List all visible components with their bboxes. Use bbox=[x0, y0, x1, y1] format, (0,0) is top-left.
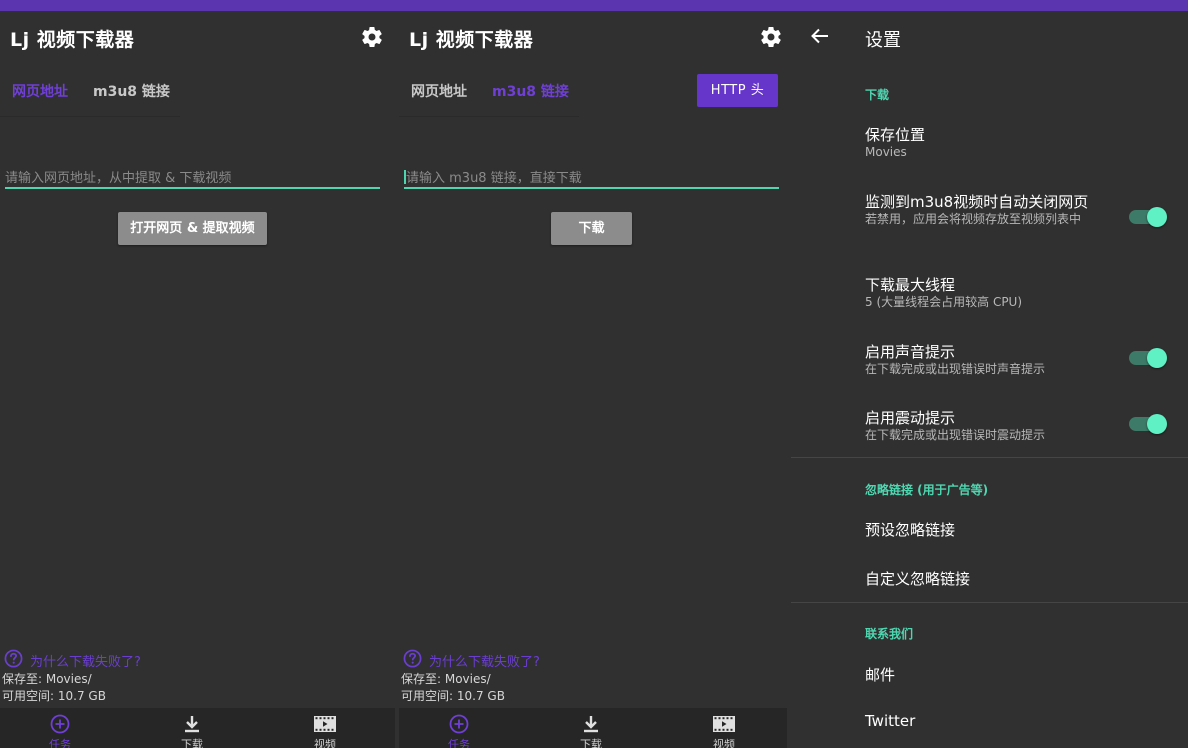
setting-title: 启用震动提示 bbox=[865, 409, 956, 427]
toggle-knob bbox=[1147, 348, 1167, 368]
download-icon bbox=[584, 716, 598, 733]
app-bar: Lj 视频下载器 bbox=[0, 11, 395, 65]
nav-item-downloads[interactable]: 下载 bbox=[152, 708, 232, 748]
setting-title: 监测到m3u8视频时自动关闭网页 bbox=[865, 193, 1089, 211]
question-circle-icon bbox=[403, 649, 422, 668]
app-bar: Lj 视频下载器 bbox=[399, 11, 787, 65]
m3u8-input-placeholder: 请输入 m3u8 链接，直接下载 bbox=[406, 171, 582, 186]
nav-item-downloads[interactable]: 下载 bbox=[551, 708, 631, 748]
nav-item-tasks[interactable]: 任务 bbox=[419, 708, 499, 748]
tab-m3u8-link[interactable]: m3u8 链接 bbox=[492, 81, 569, 101]
setting-title: 启用声音提示 bbox=[865, 343, 956, 361]
setting-twitter[interactable]: Twitter bbox=[865, 712, 915, 730]
gear-icon[interactable] bbox=[360, 25, 384, 49]
section-header-download: 下载 bbox=[865, 88, 890, 102]
setting-title: 保存位置 bbox=[865, 126, 926, 144]
setting-email[interactable]: 邮件 bbox=[865, 664, 895, 685]
m3u8-input[interactable]: 请输入 m3u8 链接，直接下载 bbox=[404, 167, 779, 189]
setting-description: 在下载完成或出现错误时震动提示 bbox=[865, 428, 1046, 442]
help-link-text: 为什么下载失败了? bbox=[429, 655, 540, 670]
film-icon bbox=[713, 716, 735, 732]
url-input[interactable]: 请输入网页地址，从中提取 & 下载视频 bbox=[5, 167, 380, 189]
nav-label-tasks: 任务 bbox=[448, 738, 470, 748]
section-divider bbox=[791, 602, 1188, 603]
add-circle-icon bbox=[50, 714, 70, 734]
setting-value: Movies bbox=[865, 145, 907, 159]
setting-description: 在下载完成或出现错误时声音提示 bbox=[865, 362, 1046, 376]
auto-close-toggle[interactable] bbox=[1125, 205, 1173, 229]
app-title: Lj 视频下载器 bbox=[10, 29, 135, 51]
tab-m3u8-link[interactable]: m3u8 链接 bbox=[93, 81, 170, 101]
nav-label-videos: 视频 bbox=[713, 738, 735, 748]
nav-item-videos[interactable]: 视频 bbox=[285, 708, 365, 748]
nav-item-tasks[interactable]: 任务 bbox=[20, 708, 100, 748]
open-and-extract-button[interactable]: 打开网页 & 提取视频 bbox=[118, 212, 267, 245]
gear-icon[interactable] bbox=[759, 25, 783, 49]
back-arrow-icon[interactable] bbox=[809, 25, 831, 47]
nav-label-downloads: 下载 bbox=[181, 738, 203, 748]
tab-bar: 网页地址 m3u8 链接 bbox=[399, 73, 579, 117]
status-bar bbox=[0, 0, 1188, 11]
bottom-nav: 任务 下载 视频 bbox=[0, 708, 395, 748]
setting-preset-ignore[interactable]: 预设忽略链接 bbox=[865, 519, 955, 540]
tab-webpage-url[interactable]: 网页地址 bbox=[411, 81, 467, 101]
vibrate-toggle[interactable] bbox=[1125, 412, 1173, 436]
setting-title: 下载最大线程 bbox=[865, 276, 956, 294]
tab-webpage-url[interactable]: 网页地址 bbox=[12, 81, 68, 101]
question-circle-icon bbox=[4, 649, 23, 668]
screen-m3u8-tab: Lj 视频下载器 网页地址 m3u8 链接 HTTP 头 请输入 m3u8 链接… bbox=[399, 11, 787, 748]
section-header-ignore: 忽略链接 (用于广告等) bbox=[865, 483, 989, 497]
tab-bar: 网页地址 m3u8 链接 bbox=[0, 73, 180, 117]
save-path-text: 保存至: Movies/ bbox=[2, 672, 92, 686]
save-path-text: 保存至: Movies/ bbox=[401, 672, 491, 686]
http-headers-button[interactable]: HTTP 头 bbox=[697, 74, 778, 107]
bottom-nav: 任务 下载 视频 bbox=[399, 708, 787, 748]
download-button[interactable]: 下载 bbox=[551, 212, 632, 245]
url-input-placeholder: 请输入网页地址，从中提取 & 下载视频 bbox=[5, 171, 232, 186]
nav-label-videos: 视频 bbox=[314, 738, 336, 748]
add-circle-icon bbox=[449, 714, 469, 734]
nav-label-downloads: 下载 bbox=[580, 738, 602, 748]
download-icon bbox=[185, 716, 199, 733]
sound-toggle[interactable] bbox=[1125, 346, 1173, 370]
nav-label-tasks: 任务 bbox=[49, 738, 71, 748]
nav-item-videos[interactable]: 视频 bbox=[684, 708, 764, 748]
section-divider bbox=[791, 457, 1188, 458]
section-header-contact: 联系我们 bbox=[865, 627, 914, 641]
toggle-knob bbox=[1147, 414, 1167, 434]
help-link-text: 为什么下载失败了? bbox=[30, 655, 141, 670]
settings-title: 设置 bbox=[865, 30, 901, 51]
film-icon bbox=[314, 716, 336, 732]
setting-description: 若禁用，应用会将视频存放至视频列表中 bbox=[865, 212, 1082, 226]
free-space-text: 可用空间: 10.7 GB bbox=[2, 689, 106, 703]
toggle-knob bbox=[1147, 207, 1167, 227]
setting-custom-ignore[interactable]: 自定义忽略链接 bbox=[865, 568, 970, 589]
screen-settings: 设置 下载 保存位置 Movies 监测到m3u8视频时自动关闭网页 若禁用，应… bbox=[791, 11, 1188, 748]
screen-webpage-tab: Lj 视频下载器 网页地址 m3u8 链接 请输入网页地址，从中提取 & 下载视… bbox=[0, 11, 395, 748]
setting-value: 5 (大量线程会占用较高 CPU) bbox=[865, 295, 1023, 309]
free-space-text: 可用空间: 10.7 GB bbox=[401, 689, 505, 703]
app-title: Lj 视频下载器 bbox=[409, 29, 534, 51]
